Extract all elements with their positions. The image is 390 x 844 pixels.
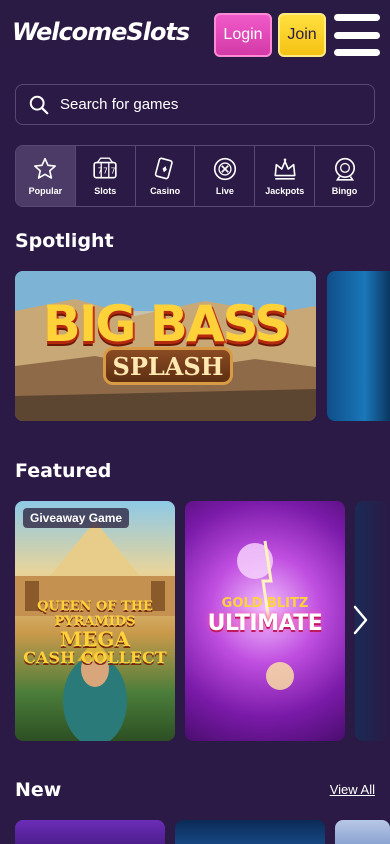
game-logo-sub: SPLASH (103, 347, 233, 385)
menu-bar (334, 49, 380, 56)
game-logo-line: MEGA (60, 627, 130, 651)
game-logo: BIG BASS (42, 295, 291, 353)
tab-popular[interactable]: Popular (16, 146, 76, 206)
search-input[interactable] (60, 96, 340, 113)
tab-label: Popular (28, 186, 63, 196)
star-icon (34, 157, 57, 179)
game-logo-line: ULTIMATE (207, 611, 323, 636)
featured-card-queen-of-the-pyramids[interactable]: Giveaway Game QUEEN OF THE PYRAMIDS MEGA… (15, 501, 175, 741)
category-tabs: Popular 7 7 7 Slots Casino Live Jackpots… (15, 145, 375, 207)
new-card[interactable] (335, 820, 390, 844)
spotlight-title: Spotlight (15, 230, 114, 252)
crown-icon (274, 158, 296, 180)
game-logo-line: GOLD BLITZ (221, 596, 309, 611)
join-button[interactable]: Join (278, 13, 326, 57)
menu-bar (334, 31, 380, 39)
game-logo: GOLD BLITZ ULTIMATE (185, 596, 345, 636)
spotlight-card-big-bass-splash[interactable]: BIG BASS SPLASH (15, 271, 316, 421)
tab-casino[interactable]: Casino (136, 146, 196, 206)
search-box[interactable] (15, 84, 375, 125)
header: WelcomeSlots Login Join (0, 0, 390, 72)
playing-cards-icon (154, 157, 173, 180)
game-logo-line: CASH COLLECT (23, 648, 167, 667)
tab-label: Live (215, 186, 234, 196)
tab-label: Bingo (331, 186, 358, 196)
menu-bar (334, 14, 380, 21)
tab-label: Jackpots (265, 186, 305, 196)
spotlight-card-next[interactable] (327, 271, 390, 421)
tab-live[interactable]: Live (195, 146, 256, 206)
new-title: New (15, 779, 62, 801)
tab-label: Slots (94, 186, 117, 196)
site-logo[interactable]: WelcomeSlots (12, 18, 190, 46)
hamburger-menu-icon[interactable] (334, 14, 380, 56)
tab-label: Casino (150, 186, 181, 196)
login-button[interactable]: Login (214, 13, 272, 57)
featured-card-gold-blitz-ultimate[interactable]: GOLD BLITZ ULTIMATE (185, 501, 345, 741)
svg-text:7: 7 (98, 166, 103, 175)
giveaway-badge: Giveaway Game (23, 508, 130, 528)
svg-text:7: 7 (111, 166, 116, 175)
tab-bingo[interactable]: Bingo (315, 146, 374, 206)
live-chip-icon (213, 157, 236, 181)
tab-jackpots[interactable]: Jackpots (255, 146, 316, 206)
featured-title: Featured (15, 460, 112, 482)
tab-slots[interactable]: 7 7 7 Slots (76, 146, 136, 206)
view-all-link[interactable]: View All (330, 782, 375, 797)
slot-machine-icon: 7 7 7 (93, 157, 117, 179)
chevron-right-icon[interactable] (345, 600, 375, 640)
game-logo: QUEEN OF THE PYRAMIDS MEGA CASH COLLECT (15, 599, 175, 667)
game-logo-line: QUEEN OF THE PYRAMIDS (37, 599, 153, 629)
bingo-ball-icon (334, 157, 355, 181)
new-card[interactable] (15, 820, 165, 844)
svg-text:7: 7 (103, 166, 108, 175)
new-card[interactable] (175, 820, 325, 844)
search-icon (29, 95, 49, 114)
